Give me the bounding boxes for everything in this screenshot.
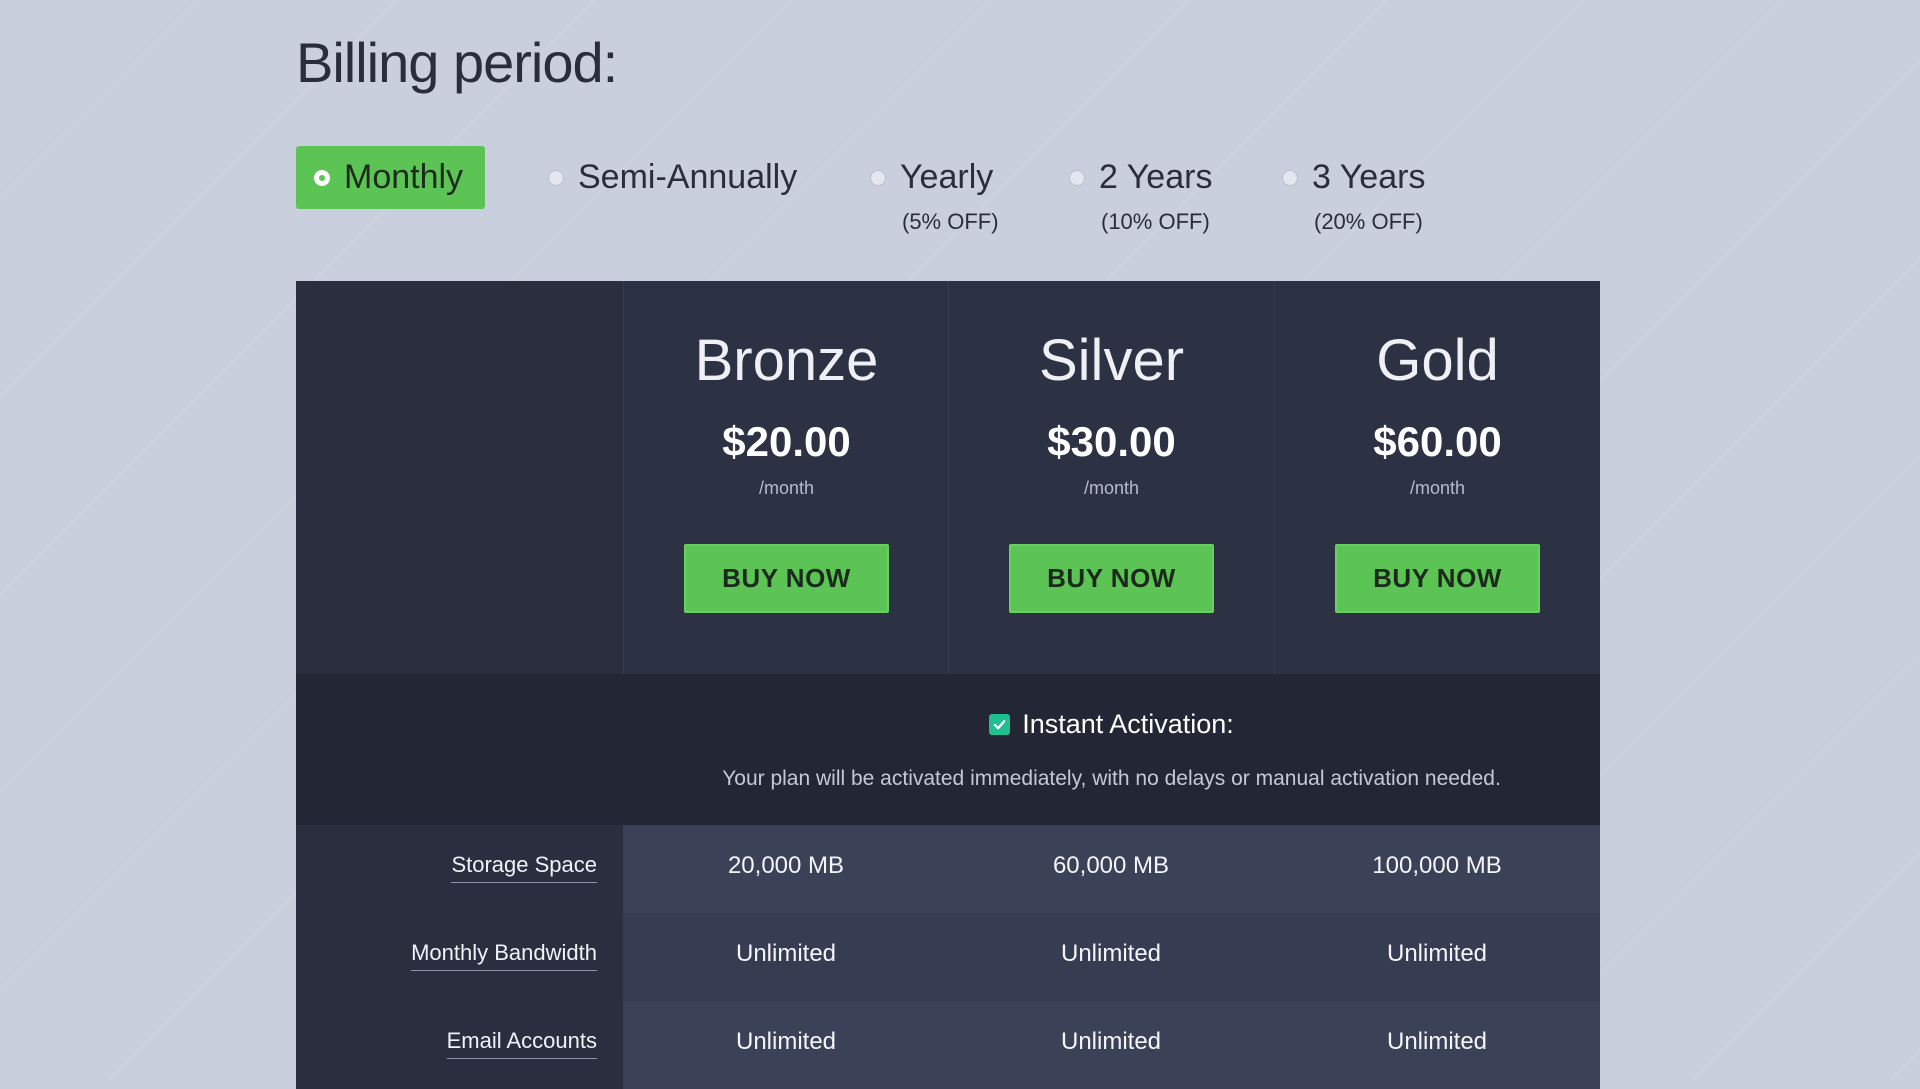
period-discount: (5% OFF) [902, 209, 999, 234]
period-option-yearly[interactable]: Yearly (5% OFF) [852, 146, 1015, 235]
pricing-table: Bronze $20.00 /month BUY NOW Silver $30.… [296, 281, 1600, 1089]
feature-comparison: Storage Space 20,000 MB 60,000 MB 100,00… [296, 825, 1600, 1089]
plan-term: /month [1083, 478, 1140, 498]
period-label: 2 Years [1099, 158, 1213, 196]
feature-label-monthly-bandwidth[interactable]: Monthly Bandwidth [411, 940, 597, 971]
feature-value: Unlimited [623, 913, 949, 1001]
plan-bronze: Bronze $20.00 /month BUY NOW [623, 281, 949, 674]
period-discount: (10% OFF) [1101, 209, 1210, 234]
period-discount: (20% OFF) [1314, 209, 1423, 234]
pricing-table-header: Bronze $20.00 /month BUY NOW Silver $30.… [296, 281, 1600, 674]
period-label: Semi-Annually [578, 158, 798, 196]
plan-name: Bronze [694, 328, 879, 393]
period-option-2-years[interactable]: 2 Years (10% OFF) [1051, 146, 1234, 235]
feature-value: 60,000 MB [948, 825, 1274, 913]
period-option-3-years[interactable]: 3 Years (20% OFF) [1264, 146, 1447, 235]
period-label: 3 Years [1312, 158, 1426, 196]
table-row: Email Accounts Unlimited Unlimited Unlim… [296, 1001, 1600, 1089]
check-icon [989, 714, 1011, 735]
radio-button-icon[interactable] [548, 169, 564, 186]
table-row: Monthly Bandwidth Unlimited Unlimited Un… [296, 913, 1600, 1001]
feature-label-email-accounts[interactable]: Email Accounts [446, 1028, 597, 1059]
instant-activation-banner: Instant Activation: Your plan will be ac… [296, 674, 1600, 825]
period-label: Monthly [344, 158, 464, 196]
feature-label-storage-space[interactable]: Storage Space [451, 852, 597, 883]
radio-button-icon[interactable] [1282, 169, 1298, 186]
buy-now-button-silver[interactable]: BUY NOW [1009, 544, 1214, 613]
period-label: Yearly [900, 158, 994, 196]
radio-button-icon[interactable] [314, 169, 330, 186]
billing-period-selector: Monthly Semi-Annually Yearly (5% OFF) 2 … [296, 146, 1600, 266]
page-title: Billing period: [296, 31, 618, 94]
table-row: Storage Space 20,000 MB 60,000 MB 100,00… [296, 825, 1600, 913]
radio-button-icon[interactable] [870, 169, 886, 186]
feature-value: Unlimited [1274, 913, 1600, 1001]
feature-label-cell: Monthly Bandwidth [296, 913, 623, 1001]
buy-now-button-bronze[interactable]: BUY NOW [684, 544, 889, 613]
radio-button-icon[interactable] [1069, 169, 1085, 186]
plan-price: $20.00 [722, 418, 851, 465]
feature-value: Unlimited [948, 1001, 1274, 1089]
feature-value: 100,000 MB [1274, 825, 1600, 913]
feature-label-cell: Storage Space [296, 825, 623, 913]
plan-name: Gold [1376, 328, 1499, 393]
feature-value: Unlimited [623, 1001, 949, 1089]
plan-price: $60.00 [1373, 418, 1502, 465]
plan-price: $30.00 [1047, 418, 1176, 465]
period-option-monthly[interactable]: Monthly [296, 146, 486, 209]
plan-silver: Silver $30.00 /month BUY NOW [948, 281, 1274, 674]
plan-term: /month [1409, 478, 1466, 498]
feature-value: 20,000 MB [623, 825, 949, 913]
activation-title: Instant Activation: [1022, 709, 1234, 739]
activation-description: Your plan will be activated immediately,… [722, 767, 1501, 790]
feature-value: Unlimited [948, 913, 1274, 1001]
feature-label-cell: Email Accounts [296, 1001, 623, 1089]
plan-name: Silver [1038, 328, 1185, 393]
buy-now-button-gold[interactable]: BUY NOW [1335, 544, 1540, 613]
feature-value: Unlimited [1274, 1001, 1600, 1089]
header-spacer [296, 281, 623, 674]
plan-gold: Gold $60.00 /month BUY NOW [1274, 281, 1600, 674]
period-option-semi-annually[interactable]: Semi-Annually [530, 146, 819, 209]
plan-term: /month [758, 478, 815, 498]
